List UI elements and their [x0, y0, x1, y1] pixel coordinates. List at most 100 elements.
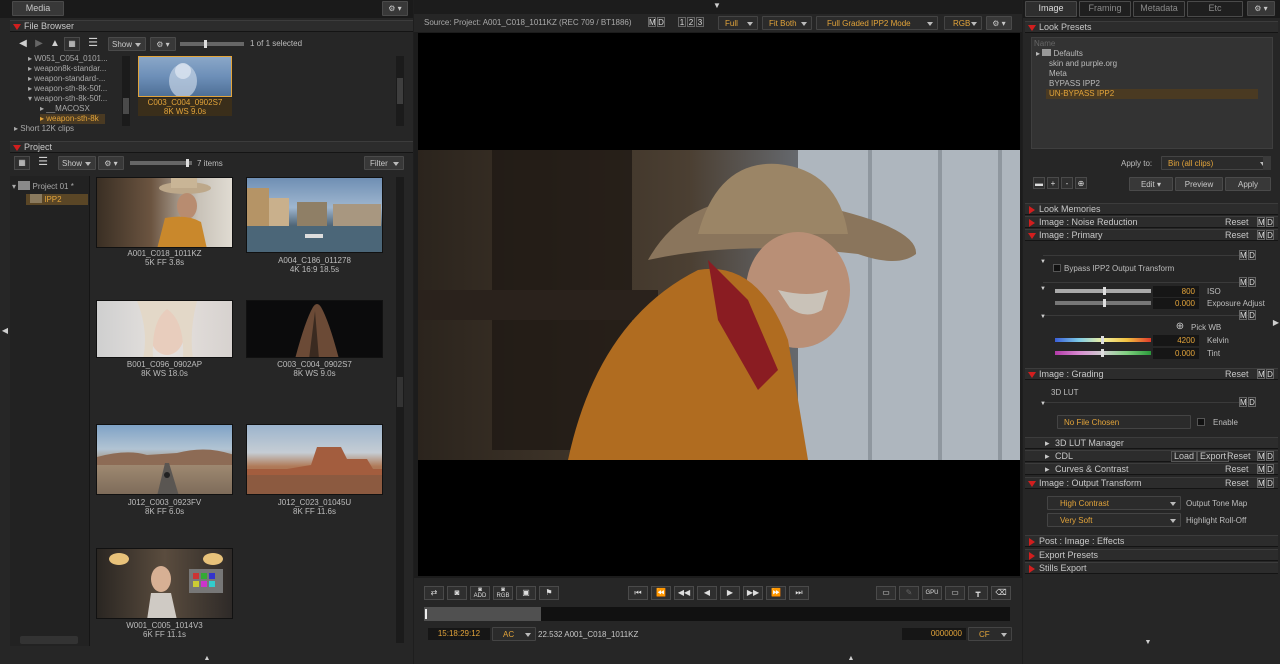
next-clip-icon[interactable]: ⏩	[766, 586, 786, 600]
gpu-button[interactable]: GPU	[922, 586, 942, 600]
project-show-dropdown[interactable]: Show	[58, 156, 96, 170]
fb-clips-scrollbar[interactable]	[396, 56, 404, 126]
scrollbar-thumb[interactable]	[123, 98, 129, 114]
section-cdl[interactable]: ▸ CDL Load Export Reset M D	[1025, 450, 1278, 462]
new-folder-icon[interactable]: ▬	[1033, 177, 1045, 189]
chevron-down-icon[interactable]: ▼	[1039, 312, 1047, 322]
chevron-down-icon[interactable]: ▼	[1039, 399, 1047, 409]
project-clips-scrollbar[interactable]	[396, 177, 404, 643]
tree-item[interactable]: ▸ weapon-standard-...	[28, 74, 105, 84]
md-toggle[interactable]: MD	[1239, 277, 1257, 288]
fb-selected-clip-thumbnail[interactable]	[138, 56, 232, 97]
reset-button[interactable]: Reset	[1225, 478, 1249, 489]
preset-item[interactable]: BYPASS IPP2	[1049, 79, 1100, 89]
right-panel-collapse-icon[interactable]: ▶	[1272, 318, 1280, 328]
camera-icon[interactable]: ◙	[447, 586, 467, 600]
preset-folder-defaults[interactable]: ▸ Defaults	[1036, 49, 1083, 59]
section-lut-manager[interactable]: ▸ 3D LUT Manager	[1025, 437, 1278, 449]
tab-etc[interactable]: Etc	[1187, 1, 1243, 17]
slider-knob[interactable]	[204, 40, 207, 48]
clip-thumbnail[interactable]	[246, 177, 383, 253]
eyedropper-target-icon[interactable]: ⊕	[1175, 322, 1185, 332]
media-tab[interactable]: Media	[12, 1, 64, 16]
target-icon[interactable]: ⊕	[1075, 177, 1087, 189]
rolloff-dropdown[interactable]: Very Soft	[1047, 513, 1181, 527]
fb-thumb-size-slider[interactable]	[180, 40, 244, 48]
md-toggle[interactable]: MD	[648, 17, 666, 28]
viewer-settings-button[interactable]: ⚙ ▾	[986, 16, 1012, 30]
clip-thumbnail[interactable]	[96, 300, 233, 358]
ruler-icon[interactable]: ┳	[968, 586, 988, 600]
clip-thumbnail[interactable]	[96, 548, 233, 619]
reset-button[interactable]: Reset	[1227, 451, 1251, 462]
chevron-down-icon[interactable]: ▼	[1039, 284, 1047, 294]
mode-dropdown[interactable]: Full Graded IPP2 Mode	[816, 16, 938, 30]
scrollbar-thumb[interactable]	[397, 377, 403, 407]
image-icon[interactable]: ▣	[516, 586, 536, 600]
tab-image[interactable]: Image	[1025, 1, 1077, 17]
slider-knob[interactable]	[1103, 287, 1106, 295]
tree-item-selected[interactable]: ▸ weapon-sth-8k	[40, 114, 105, 124]
section-stills-export[interactable]: Stills Export	[1025, 562, 1278, 574]
project-header[interactable]: Project	[10, 141, 413, 153]
preset-item[interactable]: skin and purple.org	[1049, 59, 1117, 69]
tint-slider[interactable]	[1055, 349, 1151, 357]
iso-slider[interactable]	[1055, 287, 1151, 295]
md-toggle[interactable]: MD	[1239, 310, 1257, 321]
tree-item[interactable]: ▸ W051_C054_0101...	[28, 54, 108, 64]
eraser-icon[interactable]: ⌫	[991, 586, 1011, 600]
tree-item-project[interactable]: ▾ Project 01 *	[12, 181, 74, 192]
md-toggle[interactable]: MD	[1239, 397, 1257, 408]
file-browser-header[interactable]: File Browser	[10, 20, 413, 32]
aspect-icon[interactable]: ▭	[945, 586, 965, 600]
preview-button[interactable]: Preview	[1175, 177, 1223, 191]
frame-mode-dropdown[interactable]: CF	[968, 627, 1012, 641]
look-presets-header[interactable]: Look Presets	[1025, 21, 1278, 33]
clip-thumbnail[interactable]	[246, 300, 383, 358]
fb-settings-button[interactable]: ⚙ ▾	[150, 37, 176, 51]
edit-dropdown[interactable]: Edit ▾	[1129, 177, 1173, 191]
load-button[interactable]: Load	[1171, 451, 1198, 462]
fb-tree-scrollbar[interactable]	[122, 56, 130, 126]
tree-item[interactable]: ▸ __MACOSX	[40, 104, 90, 114]
project-thumb-size-slider[interactable]	[130, 159, 192, 167]
flag-icon[interactable]: ⚑	[539, 586, 559, 600]
md-toggle[interactable]: MD	[1239, 250, 1257, 261]
collapse-down-icon[interactable]: ▼	[712, 1, 722, 11]
apply-button[interactable]: Apply	[1225, 177, 1271, 191]
fast-forward-icon[interactable]: ▶▶	[743, 586, 763, 600]
tone-map-dropdown[interactable]: High Contrast	[1047, 496, 1181, 510]
project-grid-view-button[interactable]: ▦	[14, 156, 30, 170]
left-panel-collapse-icon[interactable]: ◀	[1, 326, 9, 336]
back-arrow-icon[interactable]: ◀	[18, 39, 28, 49]
tree-item[interactable]: ▸ weapon-sth-8k-50f...	[28, 84, 107, 94]
collapse-up-icon[interactable]: ▲	[202, 654, 212, 664]
tree-horizontal-scrollbar[interactable]	[20, 636, 78, 644]
slider-knob[interactable]	[186, 159, 189, 167]
slider-knob[interactable]	[1101, 336, 1104, 344]
settings-menu-button[interactable]: ⚙ ▾	[382, 1, 408, 16]
reset-button[interactable]: Reset	[1225, 230, 1249, 241]
slider-knob[interactable]	[1103, 299, 1106, 307]
view-slot-1[interactable]: 1	[678, 17, 686, 27]
section-grading[interactable]: Image : Grading Reset M D	[1025, 368, 1278, 380]
view-slot-3[interactable]: 3	[696, 17, 704, 27]
go-to-start-icon[interactable]: ⏮	[628, 586, 648, 600]
iso-value[interactable]: 800	[1153, 286, 1199, 297]
section-primary[interactable]: Image : Primary Reset M D	[1025, 229, 1278, 241]
reset-button[interactable]: Reset	[1225, 217, 1249, 228]
chevron-down-icon[interactable]: ▼	[1039, 257, 1047, 267]
previous-clip-icon[interactable]: ⏪	[651, 586, 671, 600]
playhead[interactable]	[425, 609, 427, 619]
play-icon[interactable]: ▶	[720, 586, 740, 600]
lut-file-chooser[interactable]: No File Chosen	[1057, 415, 1191, 429]
preset-item-selected[interactable]: UN-BYPASS IPP2	[1046, 89, 1258, 99]
tint-value[interactable]: 0.000	[1153, 348, 1199, 359]
list-view-icon[interactable]: ☰	[86, 38, 100, 49]
right-settings-button[interactable]: ⚙ ▾	[1247, 1, 1275, 16]
remove-icon[interactable]: -	[1061, 177, 1073, 189]
scrollbar-thumb[interactable]	[397, 78, 403, 104]
section-output-transform[interactable]: Image : Output Transform Reset M D	[1025, 477, 1278, 489]
clip-thumbnail[interactable]	[96, 424, 233, 495]
monitor-icon[interactable]: ▭	[876, 586, 896, 600]
